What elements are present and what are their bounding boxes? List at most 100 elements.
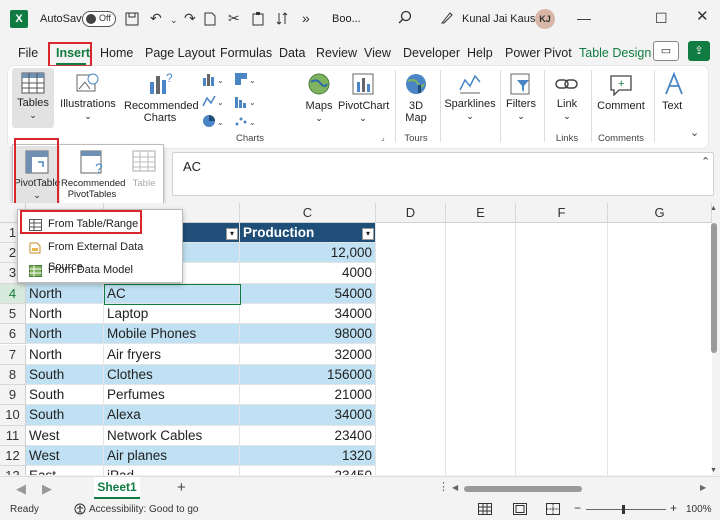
region-cell[interactable]: North bbox=[26, 303, 104, 325]
accessibility-icon[interactable] bbox=[74, 503, 86, 518]
hscroll-left-icon[interactable]: ◀ bbox=[452, 483, 458, 492]
region-cell[interactable]: North bbox=[26, 283, 104, 304]
page-layout-view-icon[interactable] bbox=[513, 503, 527, 518]
row-header[interactable]: 11 bbox=[0, 425, 26, 446]
ribbon-scroll-right[interactable]: ⌄ bbox=[686, 66, 706, 148]
tab-view[interactable]: View bbox=[364, 46, 391, 60]
column-header-g[interactable]: G bbox=[608, 203, 712, 223]
tab-data[interactable]: Data bbox=[279, 46, 305, 60]
table-button[interactable]: Table bbox=[125, 146, 163, 206]
chevron-up-icon[interactable]: ⌃ bbox=[701, 155, 710, 168]
tab-file[interactable]: File bbox=[18, 46, 38, 60]
production-cell[interactable]: 98000 bbox=[240, 324, 376, 345]
column-header-d[interactable]: D bbox=[376, 203, 446, 223]
accessibility-status[interactable]: Accessibility: Good to go bbox=[89, 504, 199, 515]
sheet-scroll-right-icon[interactable]: ▶ bbox=[42, 481, 52, 497]
region-cell[interactable]: North bbox=[26, 324, 104, 345]
undo-dropdown-icon[interactable]: ⌄ bbox=[170, 13, 178, 27]
tab-developer[interactable]: Developer bbox=[403, 46, 460, 60]
production-cell[interactable]: 23400 bbox=[240, 425, 376, 446]
autosave-toggle[interactable]: Off bbox=[82, 11, 116, 27]
add-sheet-button[interactable]: + bbox=[177, 479, 186, 496]
horizontal-scrollbar-thumb[interactable] bbox=[464, 486, 582, 492]
row-header[interactable]: 8 bbox=[0, 364, 26, 386]
pie-chart-icon[interactable]: ⌄ bbox=[202, 114, 224, 130]
filter-dropdown-icon[interactable]: ▾ bbox=[226, 228, 238, 240]
new-file-icon[interactable] bbox=[204, 12, 216, 28]
pivotchart-button[interactable]: PivotChart ⌄ bbox=[338, 70, 389, 123]
maximize-icon[interactable]: ☐ bbox=[655, 11, 668, 25]
paste-icon[interactable] bbox=[252, 12, 264, 28]
product-cell[interactable]: Network Cables bbox=[104, 425, 240, 446]
redo-icon[interactable]: ↷ bbox=[184, 11, 196, 25]
share-button[interactable]: ⇪ bbox=[688, 41, 710, 61]
region-cell[interactable]: South bbox=[26, 385, 104, 406]
region-cell[interactable]: East bbox=[26, 466, 104, 475]
production-cell[interactable]: 32000 bbox=[240, 344, 376, 365]
dialog-launcher-icon[interactable]: ⌟ bbox=[381, 133, 385, 142]
close-icon[interactable]: ✕ bbox=[696, 9, 709, 24]
zoom-level[interactable]: 100% bbox=[686, 504, 712, 515]
filter-dropdown-icon[interactable]: ▾ bbox=[362, 228, 374, 240]
tab-power-pivot[interactable]: Power Pivot bbox=[505, 46, 572, 60]
save-icon[interactable] bbox=[125, 12, 139, 28]
product-cell[interactable]: Air planes bbox=[104, 446, 240, 467]
row-header[interactable]: 6 bbox=[0, 324, 26, 345]
product-cell[interactable]: Air fryers bbox=[104, 344, 240, 365]
row-header[interactable]: 9 bbox=[0, 385, 26, 406]
comments-button[interactable]: ▭ bbox=[653, 41, 679, 61]
statistic-chart-icon[interactable]: ⌄ bbox=[234, 94, 256, 110]
tables-button[interactable]: Tables ⌄ bbox=[12, 68, 54, 128]
illustrations-button[interactable]: Illustrations ⌄ bbox=[60, 70, 116, 122]
column-header-f[interactable]: F bbox=[516, 203, 608, 223]
formula-bar[interactable]: AC ⌃ bbox=[172, 152, 714, 196]
production-cell[interactable]: 21000 bbox=[240, 385, 376, 406]
tab-formulas[interactable]: Formulas bbox=[220, 46, 272, 60]
link-button[interactable]: Link ⌄ bbox=[550, 70, 584, 122]
scrollbar-thumb[interactable] bbox=[711, 223, 717, 353]
sheet-tab-sheet1[interactable]: Sheet1 bbox=[94, 477, 140, 499]
row-header[interactable]: 5 bbox=[0, 303, 26, 325]
normal-view-icon[interactable] bbox=[478, 503, 492, 518]
region-cell[interactable]: West bbox=[26, 446, 104, 467]
menu-item-from-external-data-source[interactable]: From External Data Source bbox=[26, 237, 176, 273]
region-cell[interactable]: North bbox=[26, 344, 104, 365]
product-cell[interactable]: Clothes bbox=[104, 364, 240, 386]
production-cell[interactable]: 34000 bbox=[240, 405, 376, 426]
line-chart-icon[interactable]: ⌄ bbox=[202, 94, 224, 110]
scatter-chart-icon[interactable]: ⌄ bbox=[234, 114, 256, 130]
recommended-charts-button[interactable]: ? Recommended Charts bbox=[124, 70, 199, 126]
column-chart-icon[interactable]: ⌄ bbox=[202, 72, 224, 88]
production-cell[interactable]: 1320 bbox=[240, 446, 376, 467]
zoom-slider-track[interactable] bbox=[586, 509, 666, 510]
tab-home[interactable]: Home bbox=[100, 46, 133, 60]
text-button[interactable]: Text bbox=[658, 70, 684, 122]
row-header[interactable]: 13 bbox=[0, 466, 26, 475]
tab-help[interactable]: Help bbox=[467, 46, 493, 60]
minimize-icon[interactable]: — bbox=[577, 11, 591, 25]
column-header-c[interactable]: C bbox=[240, 203, 376, 223]
hierarchy-chart-icon[interactable]: ⌄ bbox=[234, 72, 256, 88]
filters-button[interactable]: Filters ⌄ bbox=[504, 70, 538, 122]
column-header-e[interactable]: E bbox=[446, 203, 516, 223]
sparklines-button[interactable]: Sparklines ⌄ bbox=[444, 70, 496, 122]
vertical-scrollbar[interactable]: ▲ ▼ bbox=[710, 205, 718, 475]
row-header[interactable]: 4 bbox=[0, 283, 26, 304]
undo-icon[interactable]: ↶ bbox=[150, 11, 162, 25]
search-icon[interactable] bbox=[398, 10, 412, 26]
hscroll-right-icon[interactable]: ▶ bbox=[700, 483, 706, 492]
row-header[interactable]: 10 bbox=[0, 405, 26, 426]
production-cell[interactable]: 54000 bbox=[240, 283, 376, 304]
more-commands-icon[interactable]: » bbox=[302, 11, 310, 25]
production-cell[interactable]: 156000 bbox=[240, 364, 376, 386]
tab-review[interactable]: Review bbox=[316, 46, 357, 60]
table-header-production[interactable]: Production bbox=[240, 223, 376, 243]
zoom-out-button[interactable]: − bbox=[574, 501, 581, 515]
more-sheets-icon[interactable]: ⋮ bbox=[438, 480, 449, 493]
scroll-down-icon[interactable]: ▼ bbox=[710, 467, 717, 474]
production-cell[interactable]: 34000 bbox=[240, 303, 376, 325]
product-cell[interactable]: Mobile Phones bbox=[104, 324, 240, 345]
production-cell[interactable]: 4000 bbox=[240, 263, 376, 284]
product-cell[interactable]: Alexa bbox=[104, 405, 240, 426]
menu-item-from-data-model[interactable]: From Data Model bbox=[26, 260, 176, 280]
